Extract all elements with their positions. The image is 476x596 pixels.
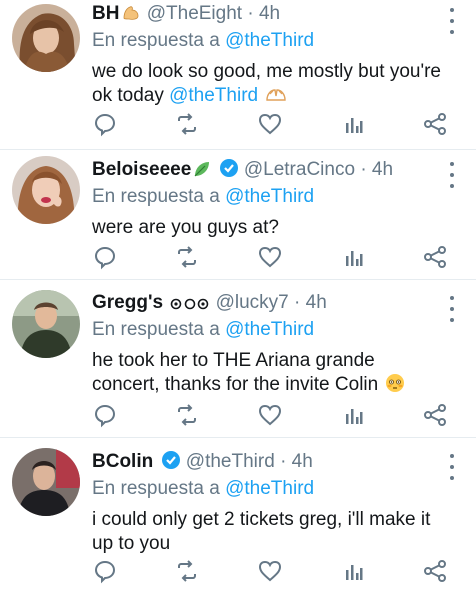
reply-prefix: En respuesta a	[92, 30, 220, 51]
tweet-header: Beloiseeee @LetraCinco · 4h	[92, 158, 446, 184]
reply-mention-link[interactable]: @theThird	[225, 478, 314, 499]
tweet-card[interactable]: BH @TheEight · 4h En respuesta a @theThi…	[0, 0, 476, 150]
reply-icon[interactable]	[92, 402, 118, 428]
retweet-icon[interactable]	[174, 111, 200, 137]
action-bar	[92, 111, 452, 137]
handle[interactable]: @TheEight	[147, 3, 242, 24]
pleading-hands-icon	[265, 86, 287, 111]
analytics-icon[interactable]	[340, 244, 366, 270]
separator: ·	[247, 3, 254, 24]
body-mention-link[interactable]: @theThird	[169, 85, 258, 106]
more-options-icon[interactable]	[448, 162, 456, 188]
reply-mention-link[interactable]: @theThird	[225, 319, 314, 340]
tweet-header: BH @TheEight · 4h	[92, 2, 446, 28]
reply-prefix: En respuesta a	[92, 319, 220, 340]
action-bar	[92, 244, 452, 270]
handle[interactable]: @theThird	[186, 451, 275, 472]
timestamp[interactable]: 4h	[372, 159, 393, 180]
more-options-icon[interactable]	[448, 296, 456, 322]
more-options-icon[interactable]	[448, 8, 456, 34]
retweet-icon[interactable]	[174, 244, 200, 270]
leaf-icon	[193, 160, 211, 184]
like-icon[interactable]	[257, 558, 283, 584]
display-name[interactable]: Gregg's	[92, 292, 163, 313]
analytics-icon[interactable]	[340, 402, 366, 428]
tweet-text: i could only get 2 tickets greg, i'll ma…	[92, 508, 446, 556]
like-icon[interactable]	[257, 244, 283, 270]
tweet-card[interactable]: Beloiseeee @LetraCinco · 4h En respuesta…	[0, 150, 476, 280]
reply-icon[interactable]	[92, 558, 118, 584]
tweet-text: were are you guys at?	[92, 216, 446, 240]
separator: ·	[294, 292, 301, 313]
retweet-icon[interactable]	[174, 402, 200, 428]
reply-prefix: En respuesta a	[92, 478, 220, 499]
retweet-icon[interactable]	[174, 558, 200, 584]
share-icon[interactable]	[422, 244, 448, 270]
action-bar	[92, 558, 452, 584]
tweet-header: Gregg's @lucky7 · 4h	[92, 292, 446, 317]
verified-badge-icon	[161, 450, 181, 476]
reply-mention-link[interactable]: @theThird	[225, 30, 314, 51]
timestamp[interactable]: 4h	[259, 3, 280, 24]
reply-context: En respuesta a @theThird	[92, 186, 446, 208]
timestamp[interactable]: 4h	[292, 451, 313, 472]
tweet-text: he took her to THE Ariana grande concert…	[92, 349, 446, 400]
flushed-face-icon	[385, 373, 405, 400]
reply-prefix: En respuesta a	[92, 186, 220, 207]
avatar[interactable]	[12, 448, 80, 516]
tweet-card[interactable]: BColin @theThird · 4h En respuesta a @th…	[0, 438, 476, 596]
reply-context: En respuesta a @theThird	[92, 30, 446, 52]
share-icon[interactable]	[422, 402, 448, 428]
action-bar	[92, 402, 452, 428]
display-name[interactable]: BColin	[92, 451, 153, 472]
tweet-body-text: i could only get 2 tickets greg, i'll ma…	[92, 509, 431, 554]
tweet-body-text: were are you guys at?	[92, 217, 279, 238]
reply-icon[interactable]	[92, 244, 118, 270]
handle[interactable]: @lucky7	[216, 292, 289, 313]
avatar[interactable]	[12, 4, 80, 72]
avatar[interactable]	[12, 290, 80, 358]
like-icon[interactable]	[257, 111, 283, 137]
tweet-text: we do look so good, me mostly but you're…	[92, 60, 446, 111]
avatar[interactable]	[12, 156, 80, 224]
like-icon[interactable]	[257, 402, 283, 428]
swirl-symbols-icon	[170, 295, 210, 317]
display-name[interactable]: Beloiseeee	[92, 159, 191, 180]
display-name[interactable]: BH	[92, 3, 119, 24]
reply-mention-link[interactable]: @theThird	[225, 186, 314, 207]
separator: ·	[280, 451, 287, 472]
flexed-biceps-icon	[121, 2, 141, 28]
analytics-icon[interactable]	[340, 111, 366, 137]
analytics-icon[interactable]	[340, 558, 366, 584]
share-icon[interactable]	[422, 111, 448, 137]
tweet-body-text: he took her to THE Ariana grande concert…	[92, 350, 384, 395]
tweet-card[interactable]: Gregg's @lucky7 · 4h En respuesta a @the…	[0, 280, 476, 438]
separator: ·	[360, 159, 367, 180]
more-options-icon[interactable]	[448, 454, 456, 480]
share-icon[interactable]	[422, 558, 448, 584]
reply-context: En respuesta a @theThird	[92, 319, 446, 341]
verified-badge-icon	[219, 158, 239, 184]
handle[interactable]: @LetraCinco	[244, 159, 355, 180]
tweet-header: BColin @theThird · 4h	[92, 450, 446, 476]
timestamp[interactable]: 4h	[306, 292, 327, 313]
reply-icon[interactable]	[92, 111, 118, 137]
reply-context: En respuesta a @theThird	[92, 478, 446, 500]
